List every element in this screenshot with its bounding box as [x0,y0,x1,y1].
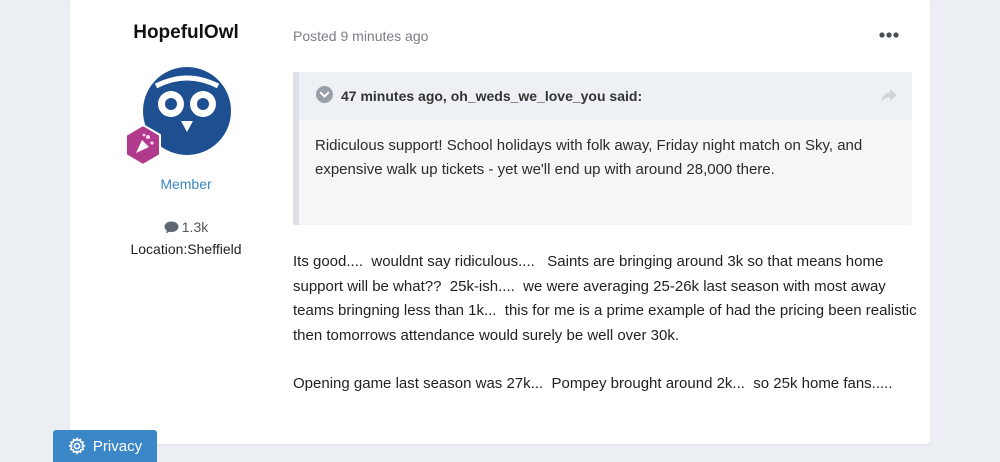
privacy-label: Privacy [92,437,143,455]
achievement-badge-icon[interactable] [122,124,164,166]
post-paragraph-1: Its good.... wouldnt say ridiculous.... … [293,253,921,344]
quote-header: 47 minutes ago, oh_weds_we_love_you said… [299,72,912,120]
reaction-count: 1.3k [70,219,302,235]
quote-citation[interactable]: 47 minutes ago, oh_weds_we_love_you said… [341,88,642,104]
author-panel: HopefulOwl Member 1.3k Location:Sheffiel… [70,0,302,444]
reaction-count-value: 1.3k [181,219,209,235]
comment-bubble-icon [164,221,179,234]
post-content: Its good.... wouldnt say ridiculous.... … [293,250,918,421]
more-options-icon[interactable] [874,24,904,46]
author-name[interactable]: HopefulOwl [70,22,302,44]
share-arrow-icon[interactable] [880,88,898,104]
chevron-down-icon[interactable] [316,86,333,103]
member-rank: Member [160,176,212,192]
author-location: Location:Sheffield [130,241,242,257]
post-paragraph-2: Opening game last season was 27k... Pomp… [293,375,893,392]
forum-post: HopefulOwl Member 1.3k Location:Sheffiel… [70,0,930,444]
privacy-button[interactable]: Privacy [53,430,157,462]
post-timestamp[interactable]: Posted 9 minutes ago [293,28,428,44]
gear-icon [68,437,86,455]
quote-text: Ridiculous support! School holidays with… [315,137,863,178]
quote-block: 47 minutes ago, oh_weds_we_love_you said… [293,72,912,225]
